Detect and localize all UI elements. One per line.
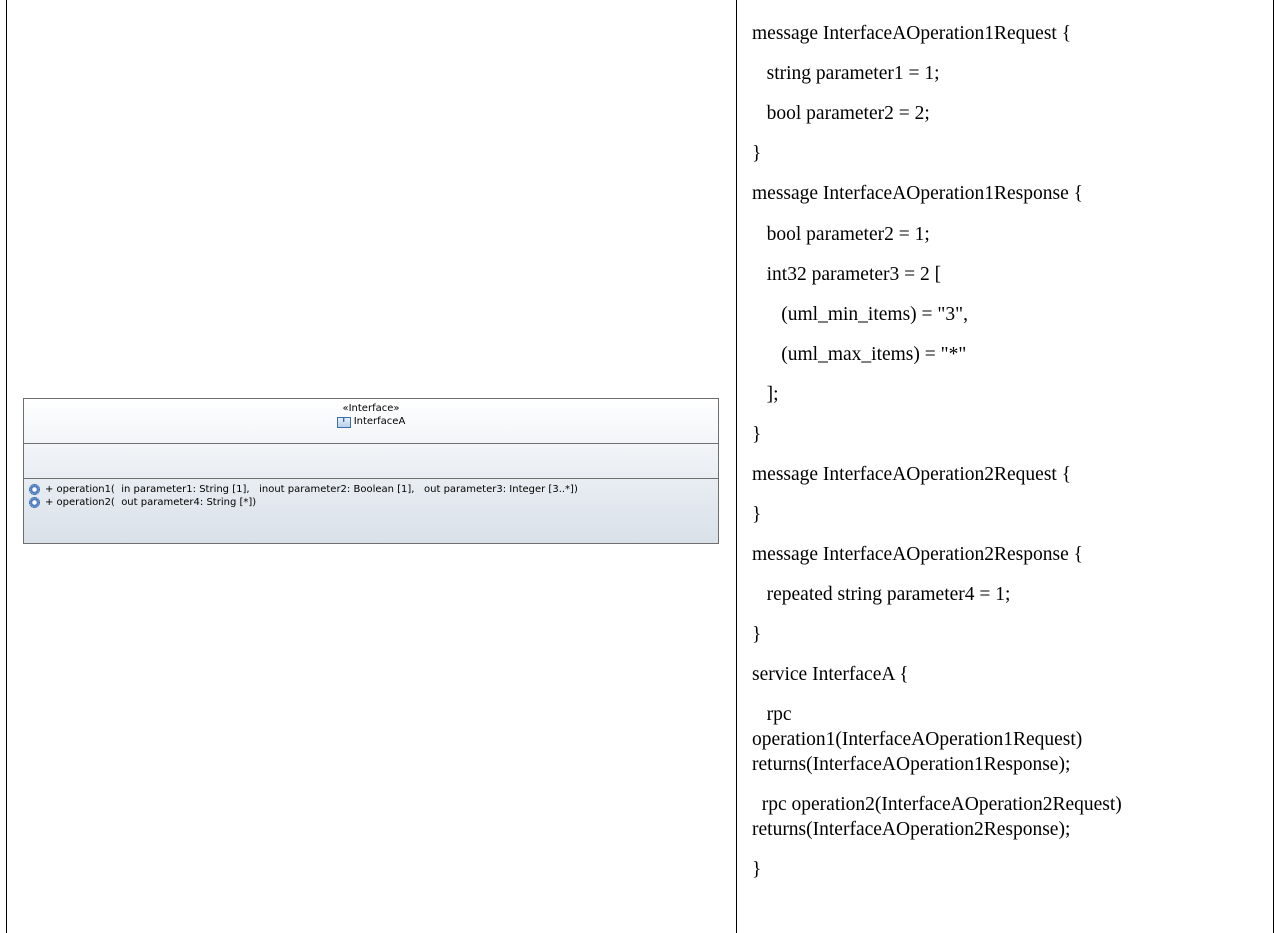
column-divider (736, 0, 737, 933)
uml-interface-name: InterfaceA (353, 416, 406, 427)
code-line: bool parameter2 = 1; (752, 224, 930, 245)
code-line: rpc operation2(InterfaceAOperation2Reque… (752, 794, 1122, 815)
code-line: int32 parameter3 = 2 [ (752, 264, 942, 285)
code-line: service InterfaceA { (752, 664, 909, 685)
uml-interface-box: «Interface» I InterfaceA + operation1( i… (23, 398, 719, 544)
code-line: ]; (752, 384, 779, 405)
code-line: } (752, 424, 762, 445)
uml-operation-text: + operation1( in parameter1: String [1],… (45, 484, 578, 495)
uml-operations-compartment: + operation1( in parameter1: String [1],… (24, 479, 718, 509)
code-line: } (752, 504, 762, 525)
code-line: message InterfaceAOperation2Response { (752, 544, 1083, 565)
uml-attributes-compartment (24, 444, 718, 479)
code-line: returns(InterfaceAOperation2Response); (752, 819, 1071, 840)
code-line: (uml_max_items) = "*" (752, 344, 967, 365)
code-line: } (752, 143, 762, 164)
code-line: rpc (752, 704, 792, 725)
uml-operation: + operation2( out parameter4: String [*]… (29, 496, 718, 509)
code-line: } (752, 624, 762, 645)
code-line: message InterfaceAOperation2Request { (752, 464, 1072, 485)
code-line: message InterfaceAOperation1Request { (752, 23, 1072, 44)
code-line: string parameter1 = 1; (752, 63, 940, 84)
code-line: returns(InterfaceAOperation1Response); (752, 754, 1071, 775)
uml-operation: + operation1( in parameter1: String [1],… (29, 483, 718, 496)
operation-icon (29, 497, 40, 508)
code-line: message InterfaceAOperation1Response { (752, 183, 1083, 204)
code-line: repeated string parameter4 = 1; (752, 584, 1011, 605)
code-line: (uml_min_items) = "3", (752, 304, 968, 325)
uml-stereotype: «Interface» (342, 403, 400, 414)
uml-header: «Interface» I InterfaceA (24, 399, 718, 444)
code-line: bool parameter2 = 2; (752, 103, 930, 124)
uml-name-row: I InterfaceA (24, 415, 718, 429)
code-line: operation1(InterfaceAOperation1Request) (752, 729, 1083, 750)
interface-icon: I (336, 416, 351, 428)
operation-icon (29, 484, 40, 495)
code-line: } (752, 859, 762, 880)
uml-operation-text: + operation2( out parameter4: String [*]… (45, 497, 257, 508)
